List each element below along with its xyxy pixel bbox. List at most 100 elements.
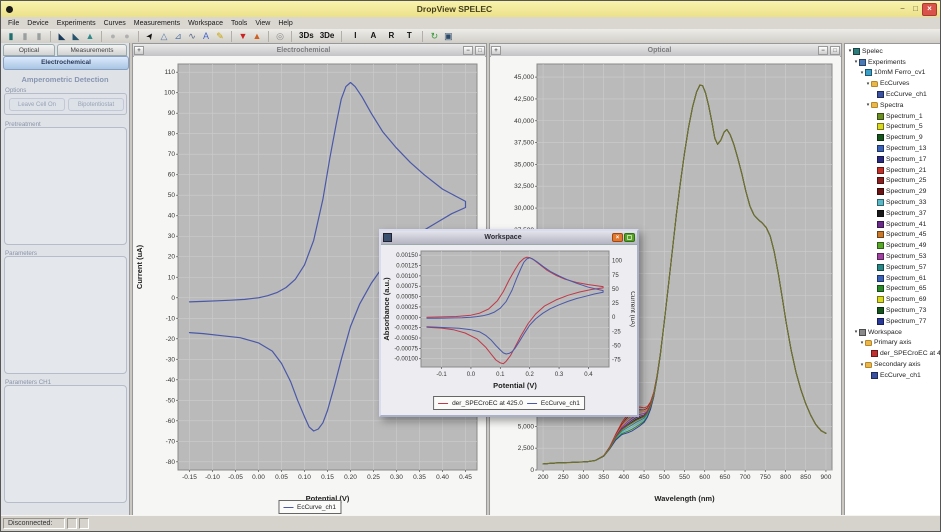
workspace-panel-icon[interactable]: ▣ [442, 30, 454, 42]
open-experiment-icon[interactable]: ▮ [19, 30, 31, 42]
svg-text:30: 30 [168, 233, 176, 240]
tab-optical[interactable]: Optical [3, 44, 55, 56]
tree-item-label: Spectrum_13 [886, 145, 926, 152]
cursor-tool-icon[interactable]: ➤ [142, 28, 159, 45]
tree-item-spectrum-61[interactable]: Spectrum_61 [845, 273, 940, 284]
workspace-maximize-button[interactable]: ▢ [624, 233, 635, 242]
toolbar-separator [50, 31, 51, 42]
tree-item-spectrum-13[interactable]: Spectrum_13 [845, 143, 940, 154]
measure-angle-icon[interactable]: △ [158, 30, 170, 42]
tree-item-spectrum-41[interactable]: Spectrum_41 [845, 219, 940, 230]
tree-item-spectra[interactable]: ▾Spectra [845, 100, 940, 111]
tree-item-spectrum-77[interactable]: Spectrum_77 [845, 316, 940, 327]
run-electrochemistry-icon[interactable]: ◣ [56, 30, 68, 42]
annotate-text-icon[interactable]: A [200, 30, 212, 42]
workspace-titlebar[interactable]: Workspace × ▢ [381, 231, 637, 245]
menu-item-help[interactable]: Help [274, 20, 296, 27]
tree-item-experiments[interactable]: ▾Experiments [845, 57, 940, 68]
panel-collapse-button[interactable]: + [134, 46, 144, 55]
svg-text:600: 600 [699, 474, 710, 481]
button-a[interactable]: A [365, 30, 381, 42]
panel-minimize-button[interactable]: − [818, 46, 828, 55]
measure-height-icon[interactable]: ⊿ [172, 30, 184, 42]
bipotentiostat-button[interactable]: Bipotentiostat [68, 98, 124, 111]
record-disabled-icon[interactable]: ● [107, 30, 119, 42]
tree-item-spectrum-45[interactable]: Spectrum_45 [845, 230, 940, 241]
panel-collapse-button[interactable]: + [491, 46, 501, 55]
button-i[interactable]: I [347, 30, 363, 42]
panel-maximize-button[interactable]: □ [830, 46, 840, 55]
run-spectroscopy-icon[interactable]: ◣ [70, 30, 82, 42]
maximize-button[interactable]: □ [909, 4, 922, 15]
panel-maximize-button[interactable]: □ [475, 46, 485, 55]
button-r[interactable]: R [383, 30, 399, 42]
chip-icon [877, 199, 884, 206]
tree-item-spectrum-69[interactable]: Spectrum_69 [845, 294, 940, 305]
tree-item-workspace[interactable]: ▾Workspace [845, 327, 940, 338]
svg-text:-0.00025: -0.00025 [394, 326, 418, 332]
tree-item-spectrum-33[interactable]: Spectrum_33 [845, 197, 940, 208]
slope-tool-icon[interactable]: ∿ [186, 30, 198, 42]
tree-item-spectrum-49[interactable]: Spectrum_49 [845, 240, 940, 251]
svg-text:0.00: 0.00 [252, 474, 265, 481]
refresh-icon[interactable]: ↻ [428, 30, 440, 42]
panel-minimize-button[interactable]: − [463, 46, 473, 55]
tree-item-spectrum-21[interactable]: Spectrum_21 [845, 165, 940, 176]
button-t[interactable]: T [401, 30, 417, 42]
tree-item-primary-axis[interactable]: ▾Primary axis [845, 338, 940, 349]
chip-icon [877, 264, 884, 271]
menu-item-device[interactable]: Device [23, 20, 52, 27]
svg-text:-0.00050: -0.00050 [394, 336, 418, 342]
tree-item-spelec[interactable]: ▾Spelec [845, 46, 940, 57]
tree-item-spectrum-9[interactable]: Spectrum_9 [845, 132, 940, 143]
minimize-button[interactable]: − [896, 4, 909, 15]
toolbar-separator [291, 31, 292, 42]
start-measurement-icon[interactable]: ▲ [84, 30, 96, 42]
tab-electrochemical[interactable]: Electrochemical [3, 56, 129, 70]
new-experiment-icon[interactable]: ▮ [5, 30, 17, 42]
tree-item-spectrum-57[interactable]: Spectrum_57 [845, 262, 940, 273]
tree-item-eccurve-ch1[interactable]: EcCurve_ch1 [845, 370, 940, 381]
save-experiment-icon[interactable]: ▮ [33, 30, 45, 42]
menu-item-workspace[interactable]: Workspace [184, 20, 227, 27]
menu-item-file[interactable]: File [4, 20, 23, 27]
menu-item-curves[interactable]: Curves [100, 20, 130, 27]
tab-measurements[interactable]: Measurements [57, 44, 127, 56]
tree-item-spectrum-53[interactable]: Spectrum_53 [845, 251, 940, 262]
tree-item-spectrum-17[interactable]: Spectrum_17 [845, 154, 940, 165]
chip-icon [877, 253, 884, 260]
tree-item-spectrum-25[interactable]: Spectrum_25 [845, 176, 940, 187]
chip-icon [877, 188, 884, 195]
button-3de[interactable]: 3De [318, 30, 337, 42]
tree-item-spectrum-73[interactable]: Spectrum_73 [845, 305, 940, 316]
menu-item-experiments[interactable]: Experiments [53, 20, 100, 27]
tree-item-10mm-ferro-cv1[interactable]: ▾10mM Ferro_cv1 [845, 68, 940, 79]
svg-text:0.45: 0.45 [459, 474, 472, 481]
marker-down-icon[interactable]: ▼ [237, 30, 249, 42]
svg-text:-0.1: -0.1 [436, 372, 447, 378]
tree-item-eccurve-ch1[interactable]: EcCurve_ch1 [845, 89, 940, 100]
menu-item-measurements[interactable]: Measurements [130, 20, 184, 27]
menu-item-view[interactable]: View [251, 20, 274, 27]
target-icon[interactable]: ◎ [274, 30, 286, 42]
stop-disabled-icon[interactable]: ● [121, 30, 133, 42]
titlebar[interactable]: DropView SPELEC − □ × [1, 1, 940, 18]
tree-item-secondary-axis[interactable]: ▾Secondary axis [845, 359, 940, 370]
tree-item-spectrum-37[interactable]: Spectrum_37 [845, 208, 940, 219]
svg-text:0.00000: 0.00000 [396, 315, 418, 321]
close-button[interactable]: × [922, 3, 937, 16]
tree-item-spectrum-5[interactable]: Spectrum_5 [845, 122, 940, 133]
tree-item-label: 10mM Ferro_cv1 [874, 69, 925, 76]
button-3ds[interactable]: 3Ds [297, 30, 316, 42]
leave-cell-on-button[interactable]: Leave Cell On [9, 98, 65, 111]
workspace-close-button[interactable]: × [612, 233, 623, 242]
workspace-chart[interactable]: -0.10.00.10.20.30.40.001500.001250.00100… [381, 245, 635, 391]
tree-item-der-specroec-at-4[interactable]: der_SPECroEC at 4 [845, 348, 940, 359]
menu-item-tools[interactable]: Tools [227, 20, 251, 27]
tree-item-spectrum-1[interactable]: Spectrum_1 [845, 111, 940, 122]
marker-up-icon[interactable]: ▲ [251, 30, 263, 42]
pencil-tool-icon[interactable]: ✎ [214, 30, 226, 42]
tree-item-spectrum-65[interactable]: Spectrum_65 [845, 284, 940, 295]
tree-item-eccurves[interactable]: ▾EcCurves [845, 78, 940, 89]
tree-item-spectrum-29[interactable]: Spectrum_29 [845, 186, 940, 197]
